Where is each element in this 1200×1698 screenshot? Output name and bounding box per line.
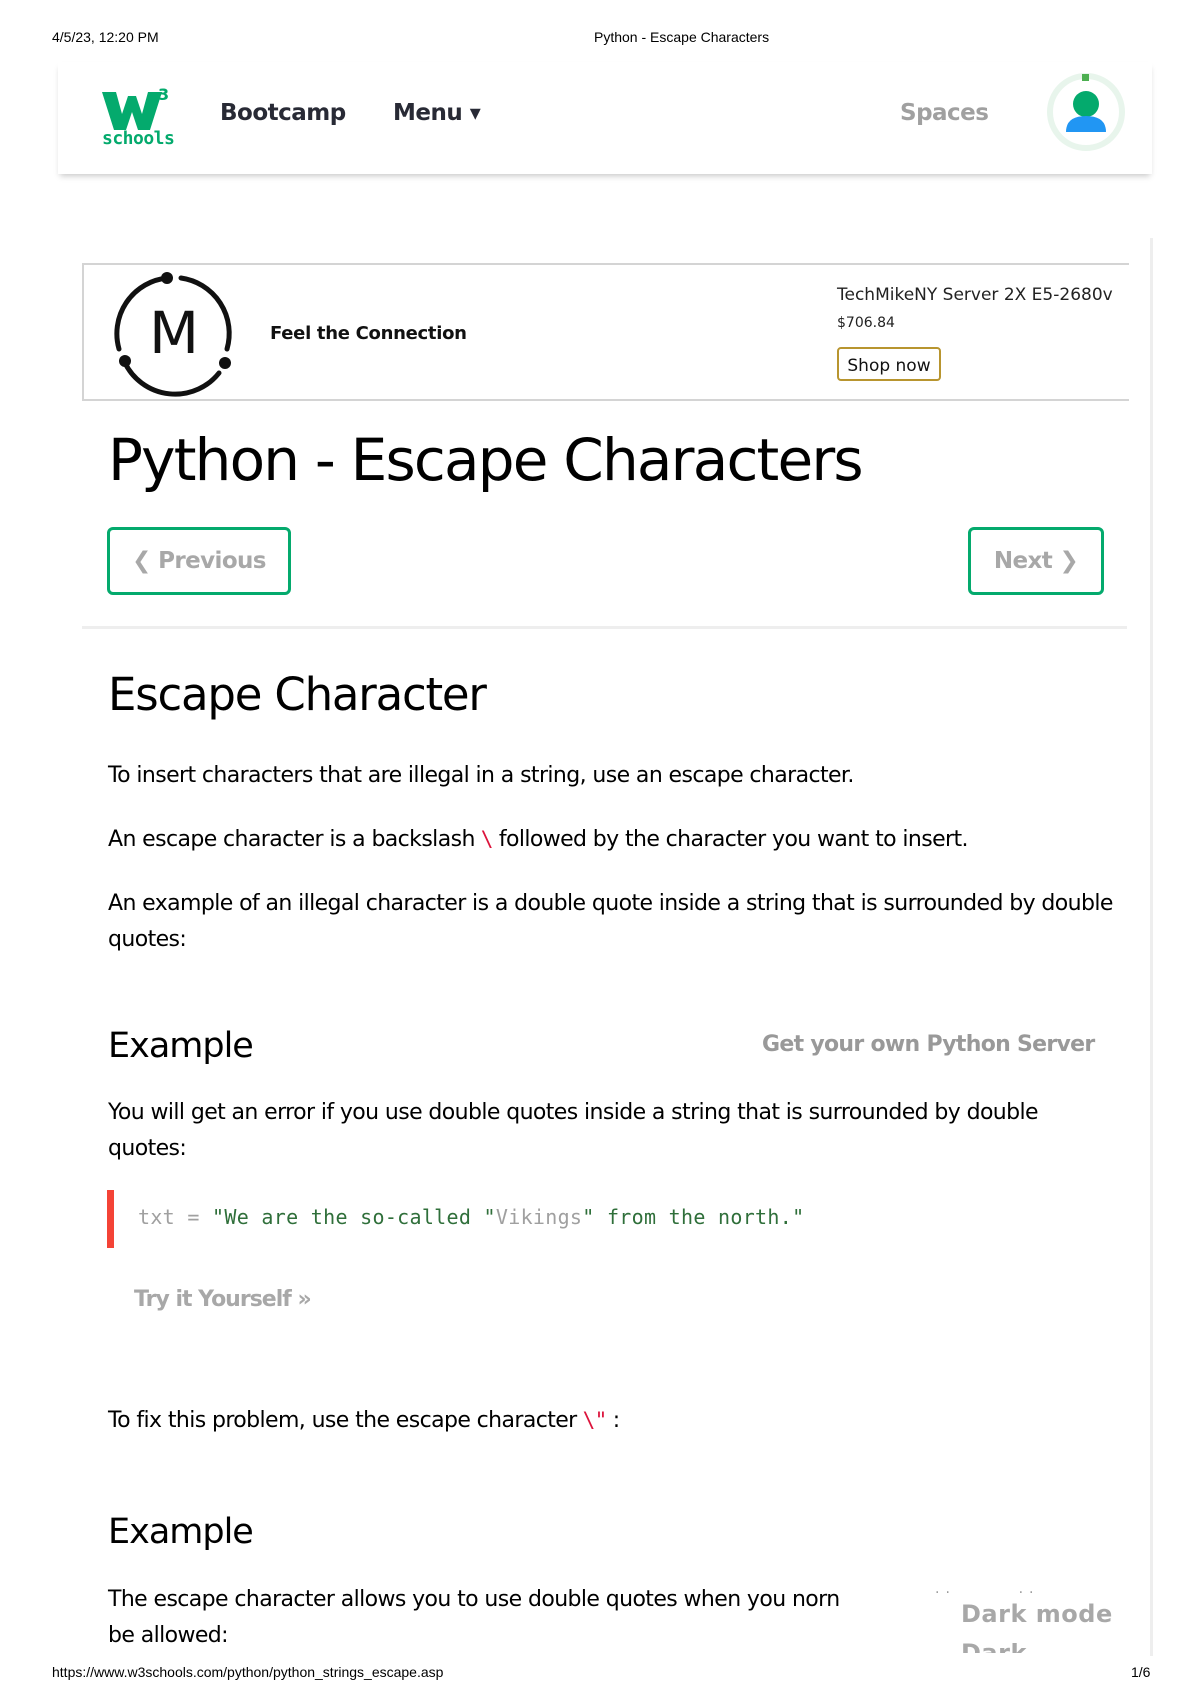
backslash-paragraph: An escape character is a backslash \ follo… xyxy=(108,821,1118,858)
caret-down-icon: ▾ xyxy=(469,101,481,126)
overlay-dots: ·· ·· xyxy=(935,1585,1040,1601)
print-page-number: 1/6 xyxy=(1131,1664,1151,1680)
section-divider xyxy=(82,626,1127,629)
backslash-code: \ xyxy=(480,827,494,851)
next-button[interactable]: Next ❯ xyxy=(968,527,1104,595)
print-datetime: 4/5/23, 12:20 PM xyxy=(52,29,159,45)
previous-button[interactable]: ❮ Previous xyxy=(107,527,291,595)
backslash-text-after: followed by the character you want to in… xyxy=(498,827,969,852)
example-2-description: The escape character allows you to use d… xyxy=(108,1582,928,1654)
top-navigation: 3 schools Bootcamp Menu ▾ Spaces xyxy=(58,62,1152,174)
escape-quote-code: \" xyxy=(582,1408,608,1432)
example-description: You will get an error if you use double … xyxy=(108,1100,1039,1161)
code-line: txt = "We are the so-called "Vikings" fr… xyxy=(138,1205,805,1229)
section-heading: Escape Character xyxy=(108,668,487,721)
shop-now-button[interactable]: Shop now xyxy=(837,347,941,381)
dark-mode-toggle[interactable]: Dark mode xyxy=(961,1600,1113,1628)
svg-text:M: M xyxy=(149,299,199,367)
nav-spaces[interactable]: Spaces xyxy=(900,100,989,126)
ad-price: $706.84 xyxy=(837,315,895,331)
page-title: Python - Escape Characters xyxy=(108,426,864,494)
get-python-server-link[interactable]: Get your own Python Server xyxy=(762,1032,1095,1057)
backslash-text-before: An escape character is a backslash xyxy=(108,827,475,852)
print-page-title: Python - Escape Characters xyxy=(594,29,770,45)
illegal-char-paragraph: An example of an illegal character is a … xyxy=(108,891,1113,952)
print-url: https://www.w3schools.com/python/python_… xyxy=(52,1664,444,1680)
nav-bootcamp[interactable]: Bootcamp xyxy=(220,100,346,126)
example-heading-2: Example xyxy=(108,1512,254,1552)
fix-text-before: To fix this problem, use the escape char… xyxy=(108,1408,577,1433)
ad-brand-logo-icon: M xyxy=(114,272,232,397)
ad-banner[interactable]: M Feel the Connection TechMikeNY Server … xyxy=(82,263,1129,401)
w3schools-logo[interactable]: 3 schools xyxy=(100,84,180,154)
dark-mode-toggle-secondary[interactable]: Dark mode xyxy=(961,1643,1081,1653)
page-scrollbar[interactable] xyxy=(1150,238,1153,1658)
ad-tagline: Feel the Connection xyxy=(270,323,467,344)
nav-menu[interactable]: Menu ▾ xyxy=(393,100,481,126)
example-2-line-2: be allowed: xyxy=(108,1623,229,1648)
user-icon xyxy=(1047,73,1125,151)
logo-schools-text: schools xyxy=(102,128,175,149)
nav-menu-label: Menu xyxy=(393,100,463,126)
print-footer: https://www.w3schools.com/python/python_… xyxy=(0,1656,1200,1698)
example-2-line-1: The escape character allows you to use d… xyxy=(108,1587,840,1612)
intro-paragraph: To insert characters that are illegal in… xyxy=(108,763,854,788)
example-heading: Example xyxy=(108,1026,254,1066)
fix-text-after: : xyxy=(612,1408,620,1433)
code-example-error: txt = "We are the so-called "Vikings" fr… xyxy=(107,1190,1124,1248)
user-avatar[interactable] xyxy=(1044,70,1128,154)
try-it-yourself-button[interactable]: Try it Yourself » xyxy=(134,1287,312,1312)
svg-text:3: 3 xyxy=(158,85,169,104)
ad-product-name[interactable]: TechMikeNY Server 2X E5-2680v xyxy=(837,285,1113,305)
fix-paragraph: To fix this problem, use the escape char… xyxy=(108,1402,1118,1439)
